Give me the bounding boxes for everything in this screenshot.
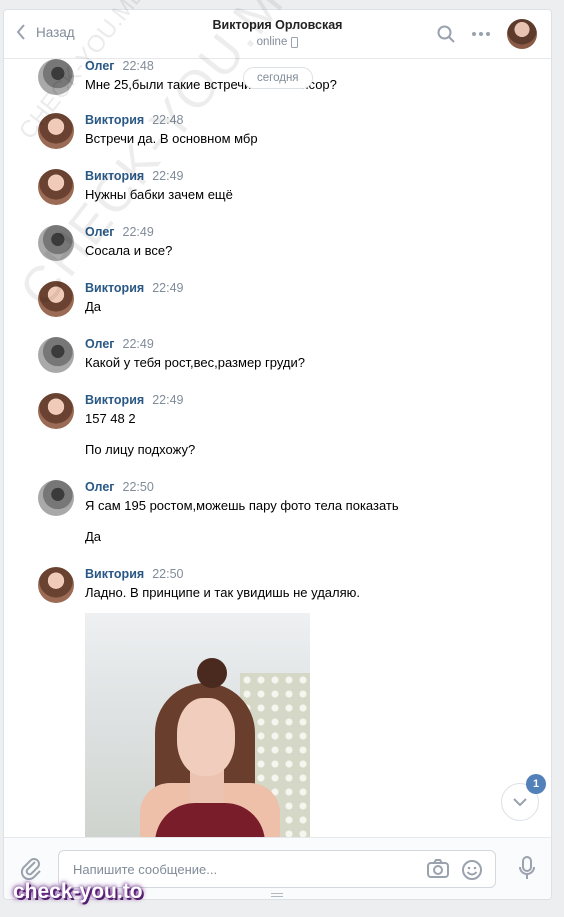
avatar[interactable] bbox=[38, 337, 74, 373]
message-time[interactable]: 22:48 bbox=[152, 113, 183, 127]
author-name[interactable]: Виктория bbox=[85, 393, 144, 407]
author-name[interactable]: Виктория bbox=[85, 281, 144, 295]
author-name[interactable]: Виктория bbox=[85, 113, 144, 127]
status-text: online bbox=[256, 36, 288, 48]
date-separator: сегодня bbox=[243, 67, 313, 89]
scroll-down-button[interactable]: 1 bbox=[501, 774, 546, 821]
avatar[interactable] bbox=[38, 567, 74, 603]
more-icon[interactable] bbox=[471, 31, 491, 37]
author-name[interactable]: Олег bbox=[85, 337, 115, 351]
author-name[interactable]: Олег bbox=[85, 480, 115, 494]
message-time[interactable]: 22:48 bbox=[123, 59, 154, 73]
avatar[interactable] bbox=[38, 59, 74, 95]
peer-avatar[interactable] bbox=[507, 19, 537, 49]
author-name[interactable]: Олег bbox=[85, 59, 115, 73]
message-list: Олег 22:48 Мне 25,были такие встречи или … bbox=[4, 59, 551, 837]
message-item: Виктория 22:50 Ладно. В принципе и так ув… bbox=[38, 567, 541, 837]
avatar[interactable] bbox=[38, 281, 74, 317]
message-text: По лицу подхожу? bbox=[85, 442, 196, 457]
message-text: Какой у тебя рост,вес,размер груди? bbox=[85, 355, 305, 370]
chat-header: Назад Виктория Орловская online bbox=[4, 10, 551, 59]
paperclip-icon[interactable] bbox=[20, 856, 42, 880]
author-name[interactable]: Олег bbox=[85, 225, 115, 239]
avatar[interactable] bbox=[38, 480, 74, 516]
emoji-icon[interactable] bbox=[461, 859, 483, 881]
message-time[interactable]: 22:50 bbox=[152, 567, 183, 581]
photo-attachment[interactable] bbox=[85, 613, 310, 837]
message-input[interactable] bbox=[73, 861, 413, 877]
search-icon[interactable] bbox=[437, 25, 455, 43]
avatar[interactable] bbox=[38, 225, 74, 261]
author-name[interactable]: Виктория bbox=[85, 169, 144, 183]
message-time[interactable]: 22:50 bbox=[123, 480, 154, 494]
chevron-down-icon bbox=[513, 797, 527, 806]
avatar[interactable] bbox=[38, 169, 74, 205]
message-text: Да bbox=[85, 529, 102, 544]
watermark-logo: check-you.to bbox=[13, 880, 143, 903]
resize-handle[interactable] bbox=[271, 893, 283, 897]
message-text: Я сам 195 ростом,можешь пару фото тела п… bbox=[85, 498, 399, 513]
avatar[interactable] bbox=[38, 393, 74, 429]
message-text: Нужны бабки зачем ещё bbox=[85, 187, 233, 202]
message-time[interactable]: 22:49 bbox=[152, 169, 183, 183]
camera-icon[interactable] bbox=[427, 859, 449, 879]
message-time[interactable]: 22:49 bbox=[123, 337, 154, 351]
message-text: 157 48 2 bbox=[85, 411, 136, 426]
message-time[interactable]: 22:49 bbox=[152, 393, 183, 407]
message-time[interactable]: 22:49 bbox=[152, 281, 183, 295]
message-text: Сосала и все? bbox=[85, 243, 173, 258]
header-actions bbox=[437, 19, 537, 49]
message-time[interactable]: 22:49 bbox=[123, 225, 154, 239]
message-text: Встречи да. В основном мбр bbox=[85, 131, 258, 146]
unread-badge: 1 bbox=[526, 774, 546, 794]
microphone-icon[interactable] bbox=[519, 856, 535, 880]
avatar[interactable] bbox=[38, 113, 74, 149]
phone-icon bbox=[291, 36, 299, 48]
author-name[interactable]: Виктория bbox=[85, 567, 144, 581]
chat-window: Назад Виктория Орловская online сегодня … bbox=[3, 9, 552, 900]
message-text: Ладно. В принципе и так увидишь не удаля… bbox=[85, 585, 360, 600]
message-text: Да bbox=[85, 299, 102, 314]
